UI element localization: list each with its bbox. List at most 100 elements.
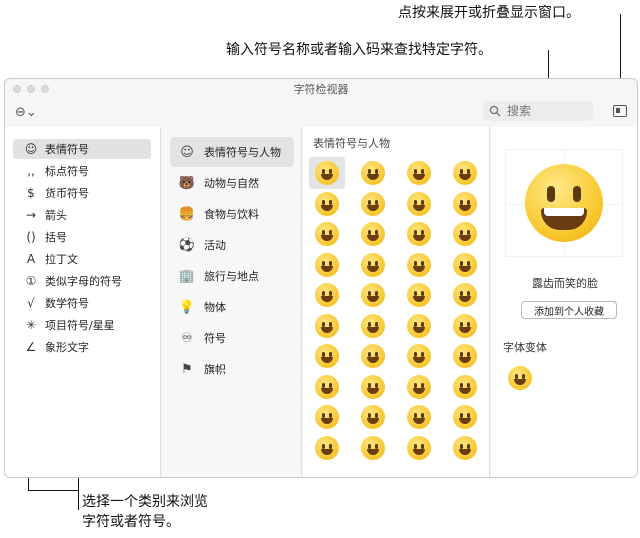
category-item[interactable]: 🍔 食物与饮料 [170, 199, 294, 229]
sidebar-item[interactable]: √ 数学符号 [13, 293, 151, 313]
options-icon[interactable]: ⊖⌄ [15, 105, 37, 120]
sidebar-item[interactable]: ‚‚ 标点符号 [13, 161, 151, 181]
search-input[interactable] [507, 104, 587, 118]
emoji-cell[interactable] [309, 432, 345, 464]
emoji-cell[interactable] [309, 401, 345, 433]
sidebar-item-icon: ① [25, 274, 37, 288]
sidebar-item-icon: ☺ [24, 142, 38, 156]
category-item[interactable]: 💡 物体 [170, 292, 294, 322]
emoji-cell[interactable] [355, 432, 391, 464]
sidebar-item[interactable]: → 箭头 [13, 205, 151, 225]
emoji-face-icon [315, 161, 339, 185]
emoji-cell[interactable] [309, 371, 345, 403]
emoji-name: 露齿而笑的脸 [532, 277, 598, 290]
emoji-face-icon [453, 222, 477, 246]
category-item[interactable]: ⚑ 旗帜 [170, 354, 294, 384]
category-item[interactable]: 🐻 动物与自然 [170, 168, 294, 198]
category-item[interactable]: 🏢 旅行与地点 [170, 261, 294, 291]
sidebar-item-icon: ‚‚ [27, 164, 35, 178]
emoji-cell[interactable] [355, 310, 391, 342]
emoji-face-icon [407, 161, 431, 185]
emoji-cell[interactable] [401, 157, 437, 189]
emoji-face-icon [315, 435, 339, 460]
sidebar-item[interactable]: $ 货币符号 [13, 183, 151, 203]
emoji-face-icon [361, 252, 385, 277]
emoji-face-icon [407, 283, 431, 307]
category-label: 符号 [204, 332, 226, 345]
expand-collapse-icon[interactable] [613, 105, 627, 117]
emoji-cell[interactable] [355, 371, 391, 403]
emoji-cell[interactable] [447, 188, 483, 220]
emoji-cell[interactable] [309, 310, 345, 342]
sidebar-item-label: 项目符号/星星 [45, 319, 115, 332]
sidebar-item[interactable]: ☺ 表情符号 [13, 139, 151, 159]
emoji-cell[interactable] [355, 218, 391, 250]
emoji-cell[interactable] [401, 401, 437, 433]
emoji-cell[interactable] [401, 218, 437, 250]
emoji-cell[interactable] [309, 157, 345, 189]
category-item[interactable]: ♾ 符号 [170, 323, 294, 353]
category-label: 表情符号与人物 [204, 146, 281, 159]
sidebar-item[interactable]: ∠ 象形文字 [13, 337, 151, 357]
emoji-cell[interactable] [309, 249, 345, 281]
emoji-cell[interactable] [401, 340, 437, 372]
emoji-cell[interactable] [355, 340, 391, 372]
sidebar-item-icon: → [25, 208, 37, 222]
emoji-cell[interactable] [447, 432, 483, 464]
emoji-cell[interactable] [355, 279, 391, 311]
emoji-face-icon [361, 191, 385, 216]
emoji-cell[interactable] [447, 340, 483, 372]
sidebar-item-label: 表情符号 [45, 143, 89, 156]
callout-line-category-r [78, 478, 79, 490]
category-item[interactable]: ⚽ 活动 [170, 230, 294, 260]
emoji-face-icon [407, 344, 431, 368]
category-item[interactable]: ☺ 表情符号与人物 [170, 137, 294, 167]
grid-title: 表情符号与人物 [313, 137, 390, 150]
emoji-cell[interactable] [309, 340, 345, 372]
emoji-face-icon [361, 161, 385, 185]
emoji-face-icon [407, 435, 431, 460]
emoji-face-icon [315, 283, 339, 307]
emoji-cell[interactable] [309, 218, 345, 250]
emoji-face-icon [407, 222, 431, 246]
emoji-cell[interactable] [447, 157, 483, 189]
category-icon: ♾ [181, 330, 193, 346]
emoji-cell[interactable] [355, 401, 391, 433]
sidebar-item[interactable]: A 拉丁文 [13, 249, 151, 269]
emoji-cell[interactable] [447, 279, 483, 311]
sidebar-item-label: 数学符号 [45, 297, 89, 310]
callout-category-line2: 字符或者符号。 [82, 514, 180, 530]
emoji-cell[interactable] [309, 279, 345, 311]
emoji-cell[interactable] [447, 218, 483, 250]
emoji-cell[interactable] [309, 188, 345, 220]
sidebar-item[interactable]: ✳ 项目符号/星星 [13, 315, 151, 335]
emoji-cell[interactable] [447, 371, 483, 403]
emoji-face-icon [407, 374, 431, 399]
emoji-cell[interactable] [401, 249, 437, 281]
emoji-cell[interactable] [355, 249, 391, 281]
emoji-cell[interactable] [401, 371, 437, 403]
emoji-cell[interactable] [447, 401, 483, 433]
font-variant-item[interactable] [505, 363, 535, 393]
emoji-cell[interactable] [447, 310, 483, 342]
emoji-cell[interactable] [355, 188, 391, 220]
category-label: 活动 [204, 239, 226, 252]
emoji-face-icon [453, 313, 477, 338]
sidebar-item[interactable]: ① 类似字母的符号 [13, 271, 151, 291]
callout-expand: 点按来展开或折叠显示窗口。 [398, 5, 580, 21]
add-to-favorites-button[interactable]: 添加到个人收藏 [521, 301, 617, 319]
emoji-cell[interactable] [401, 279, 437, 311]
emoji-cell[interactable] [401, 310, 437, 342]
search-field[interactable] [483, 101, 593, 121]
emoji-face-icon [407, 191, 431, 216]
emoji-cell[interactable] [401, 432, 437, 464]
emoji-cell[interactable] [447, 249, 483, 281]
emoji-face-icon [315, 252, 339, 277]
sidebar-item[interactable]: () 括号 [13, 227, 151, 247]
category-label: 物体 [204, 301, 226, 314]
category-label: 动物与自然 [204, 177, 259, 190]
emoji-cell[interactable] [355, 157, 391, 189]
category-icon: 🍔 [178, 206, 196, 222]
emoji-face-icon [453, 405, 477, 429]
emoji-cell[interactable] [401, 188, 437, 220]
